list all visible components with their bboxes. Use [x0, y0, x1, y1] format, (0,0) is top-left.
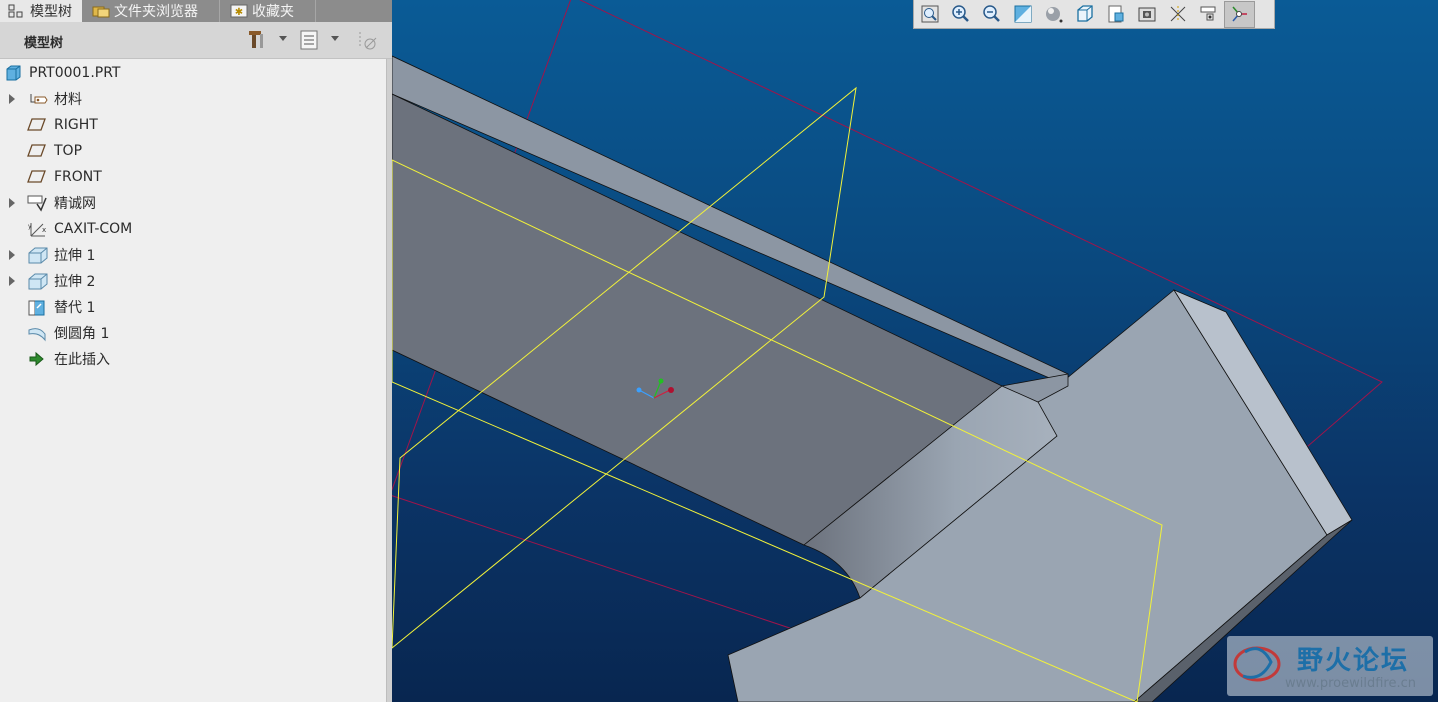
- saved-orientations-icon: [1076, 5, 1093, 22]
- tab-label: 收藏夹: [252, 4, 294, 20]
- tree-item-feature[interactable]: 精诚网: [0, 190, 386, 216]
- tree-item-label: 拉伸 1: [54, 248, 96, 264]
- feature-icon: [27, 194, 47, 212]
- tree-item-label: FRONT: [54, 169, 102, 185]
- tree-item-insert-here[interactable]: 在此插入: [0, 346, 386, 372]
- settings-list-icon: [300, 30, 318, 50]
- material-icon: [27, 90, 48, 108]
- perspective-button[interactable]: [1131, 1, 1162, 28]
- zoom-in-icon: [951, 5, 969, 22]
- model-tree-title: 模型树: [24, 36, 64, 51]
- tools-button[interactable]: [246, 28, 268, 52]
- saved-orientations-button[interactable]: [1069, 1, 1100, 28]
- view-manager-button[interactable]: [1100, 1, 1131, 28]
- view-manager-icon: [1108, 5, 1123, 23]
- datum-plane-icon: [27, 168, 47, 186]
- graphics-viewport[interactable]: 野火论坛 www.proewildfire.cn: [392, 0, 1438, 702]
- perspective-icon: [1138, 7, 1155, 22]
- repaint-icon: [1014, 5, 1031, 23]
- expand-arrow-icon[interactable]: [9, 198, 15, 208]
- folder-browser-icon: [92, 4, 110, 18]
- substitute-icon: [27, 298, 47, 316]
- forum-watermark: 野火论坛 www.proewildfire.cn: [1227, 636, 1433, 696]
- view-toolbar: [913, 0, 1275, 29]
- chevron-down-icon[interactable]: [331, 36, 339, 41]
- tree-item-label: 材料: [54, 92, 82, 108]
- zoom-in-button[interactable]: [945, 1, 976, 28]
- tree-item-label: CAXIT-COM: [54, 221, 133, 237]
- display-style-icon: [1045, 7, 1062, 23]
- left-panel: 模型树 文件夹浏览器 ✱ 收藏夹 模型树 PRT0001.PRT 材料 RIGH…: [0, 0, 393, 702]
- watermark-title: 野火论坛: [1297, 646, 1410, 676]
- datum-display-button[interactable]: [1162, 1, 1193, 28]
- settings-button[interactable]: [299, 28, 321, 52]
- tree-item-extrude-1[interactable]: 拉伸 1: [0, 242, 386, 268]
- chevron-down-icon[interactable]: [279, 36, 287, 41]
- model-scene: [392, 0, 1383, 702]
- tree-item-top[interactable]: TOP: [0, 138, 386, 164]
- repaint-button[interactable]: [1007, 1, 1038, 28]
- tab-folder-browser[interactable]: 文件夹浏览器: [84, 0, 220, 22]
- datum-plane-icon: [27, 142, 47, 160]
- tree-item-label: 替代 1: [54, 300, 96, 316]
- watermark-url: www.proewildfire.cn: [1285, 676, 1416, 691]
- annotation-display-button[interactable]: [1193, 1, 1224, 28]
- tree-item-substitute[interactable]: 替代 1: [0, 294, 386, 320]
- svg-text:✱: ✱: [235, 7, 243, 18]
- tree-item-label: 精诚网: [54, 196, 96, 212]
- tab-model-tree[interactable]: 模型树: [0, 0, 82, 22]
- tree-item-label: 在此插入: [54, 352, 110, 368]
- tab-label: 文件夹浏览器: [114, 4, 198, 20]
- tree-item-extrude-2[interactable]: 拉伸 2: [0, 268, 386, 294]
- svg-text:y: y: [28, 223, 32, 230]
- forum-logo-icon: [1233, 646, 1281, 682]
- tree-item-label: PRT0001.PRT: [29, 65, 121, 81]
- tree-item-csys[interactable]: yx CAXIT-COM: [0, 216, 386, 242]
- round-icon: [27, 324, 47, 342]
- extrude-icon: [27, 246, 48, 264]
- tree-item-round[interactable]: 倒圆角 1: [0, 320, 386, 346]
- insert-here-icon: [27, 350, 47, 368]
- expand-arrow-icon[interactable]: [9, 276, 15, 286]
- show-hide-icon: [359, 32, 377, 50]
- tree-item-front[interactable]: FRONT: [0, 164, 386, 190]
- display-style-button[interactable]: [1038, 1, 1069, 28]
- datum-display-icon: [1170, 6, 1185, 22]
- tree-item-label: 拉伸 2: [54, 274, 96, 290]
- svg-text:x: x: [42, 226, 46, 234]
- show-hide-button[interactable]: [356, 28, 378, 52]
- tools-icon: [249, 31, 263, 48]
- annotation-display-icon: [1200, 6, 1215, 21]
- tree-root-item[interactable]: PRT0001.PRT: [0, 60, 386, 86]
- model-tree-icon: [8, 4, 24, 18]
- spin-center-button[interactable]: [1224, 0, 1255, 28]
- expand-arrow-icon[interactable]: [9, 94, 15, 104]
- zoom-out-icon: [982, 5, 1000, 22]
- refit-button[interactable]: [914, 1, 945, 28]
- tree-item-label: RIGHT: [54, 117, 98, 133]
- refit-icon: [921, 5, 938, 23]
- spin-center-icon: [1231, 6, 1247, 22]
- tab-favorites[interactable]: ✱ 收藏夹: [222, 0, 316, 22]
- model-tree: PRT0001.PRT 材料 RIGHT TOP FRONT 精诚网 y x C…: [0, 59, 386, 702]
- coordinate-system-icon: yx: [27, 220, 47, 238]
- model-tree-header: 模型树: [0, 22, 392, 59]
- part-icon: [4, 64, 24, 82]
- favorites-icon: ✱: [230, 4, 248, 18]
- tree-item-right[interactable]: RIGHT: [0, 112, 386, 138]
- navigator-tabbar: 模型树 文件夹浏览器 ✱ 收藏夹: [0, 0, 392, 22]
- tree-item-label: 倒圆角 1: [54, 326, 110, 342]
- expand-arrow-icon[interactable]: [9, 250, 15, 260]
- zoom-out-button[interactable]: [976, 1, 1007, 28]
- datum-plane-icon: [27, 116, 47, 134]
- tree-item-material[interactable]: 材料: [0, 86, 386, 112]
- tab-label: 模型树: [30, 4, 72, 20]
- extrude-icon: [27, 272, 48, 290]
- tree-item-label: TOP: [54, 143, 83, 159]
